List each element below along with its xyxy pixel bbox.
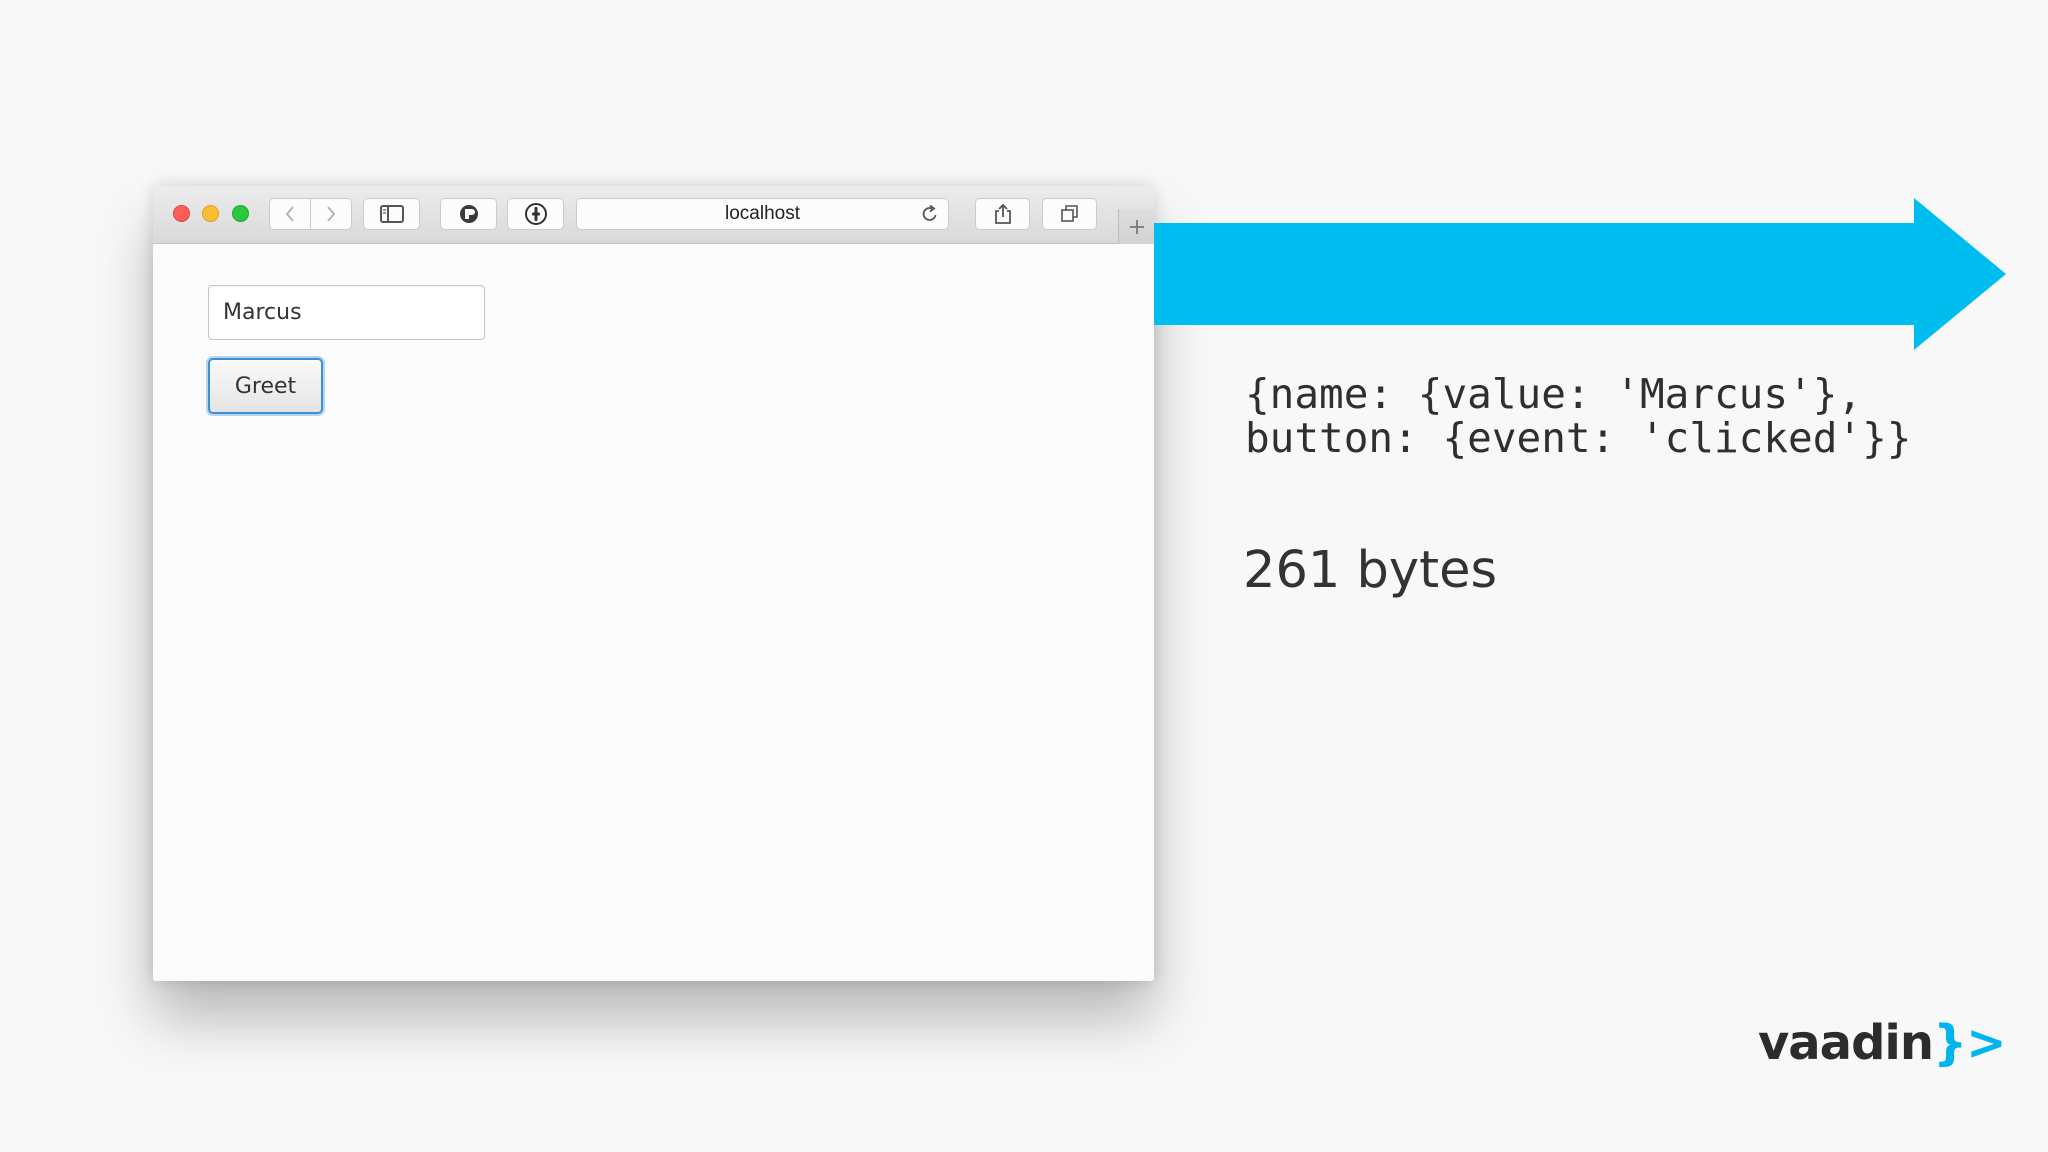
back-icon (285, 206, 294, 222)
password-icon (524, 203, 547, 225)
extension-button[interactable] (440, 198, 497, 230)
browser-window: localhost Greet (153, 186, 1154, 981)
payload-line-2: button: {event: 'clicked'}} (1245, 414, 1912, 462)
new-tab-icon (1129, 219, 1144, 234)
back-button[interactable] (269, 198, 311, 230)
forward-icon (327, 206, 336, 222)
browser-toolbar: localhost (153, 186, 1154, 244)
password-manager-button[interactable] (507, 198, 564, 230)
tabs-icon (1060, 205, 1078, 222)
minimize-window-button[interactable] (202, 205, 219, 222)
reload-icon (922, 204, 937, 221)
vaadin-logo: vaadin}> (1758, 1019, 2006, 1067)
share-icon (994, 203, 1011, 224)
greet-button[interactable]: Greet (208, 358, 323, 414)
request-arrow-icon (1154, 198, 2006, 350)
request-payload: {name: {value: 'Marcus'}, button: {event… (1245, 372, 1911, 460)
address-bar[interactable]: localhost (576, 198, 949, 230)
payload-size: 261 bytes (1243, 541, 1498, 600)
close-window-button[interactable] (173, 205, 190, 222)
extension-icon (459, 205, 478, 223)
payload-line-1: {name: {value: 'Marcus'}, (1245, 370, 1863, 418)
sidebar-button[interactable] (363, 198, 420, 230)
share-button[interactable] (975, 198, 1030, 230)
logo-word: vaadin (1758, 1015, 1934, 1071)
new-tab-button[interactable] (1118, 209, 1154, 244)
show-tabs-button[interactable] (1042, 198, 1097, 230)
url-text[interactable]: localhost (577, 199, 948, 229)
name-input[interactable] (208, 285, 485, 340)
forward-button[interactable] (310, 198, 352, 230)
web-content: Greet (153, 244, 1154, 981)
sidebar-icon (379, 205, 404, 223)
zoom-window-button[interactable] (232, 205, 249, 222)
reload-button[interactable] (920, 204, 940, 229)
logo-mark-icon: }> (1933, 1015, 2006, 1071)
request-arrow-shape (1154, 198, 2006, 350)
